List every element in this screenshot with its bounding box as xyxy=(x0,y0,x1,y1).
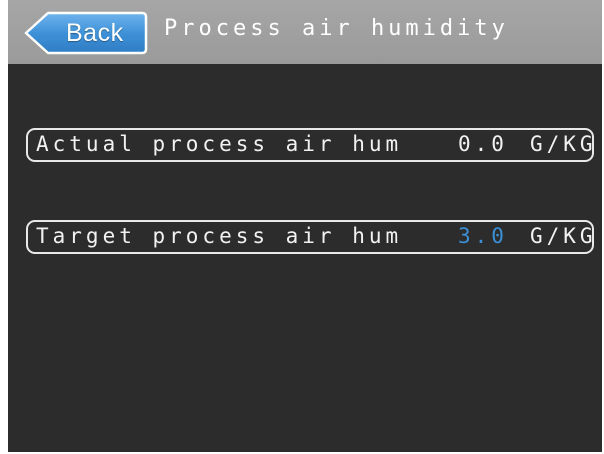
target-humidity-label: Target process air hum xyxy=(36,224,403,248)
header-bar: Back Process air humidity xyxy=(8,0,602,64)
back-button[interactable]: Back xyxy=(24,11,148,55)
screen: Back Process air humidity Actual process… xyxy=(8,0,602,452)
page-title: Process air humidity xyxy=(164,16,509,41)
target-humidity-value[interactable]: 3.0 xyxy=(458,224,508,248)
back-button-label: Back xyxy=(66,19,124,47)
actual-humidity-unit: G/KG xyxy=(530,132,597,156)
target-humidity-unit: G/KG xyxy=(530,224,597,248)
target-humidity-row[interactable]: Target process air hum 3.0 G/KG xyxy=(26,220,594,254)
actual-humidity-value: 0.0 xyxy=(458,132,508,156)
actual-humidity-row: Actual process air hum 0.0 G/KG xyxy=(26,128,594,162)
actual-humidity-label: Actual process air hum xyxy=(36,132,403,156)
